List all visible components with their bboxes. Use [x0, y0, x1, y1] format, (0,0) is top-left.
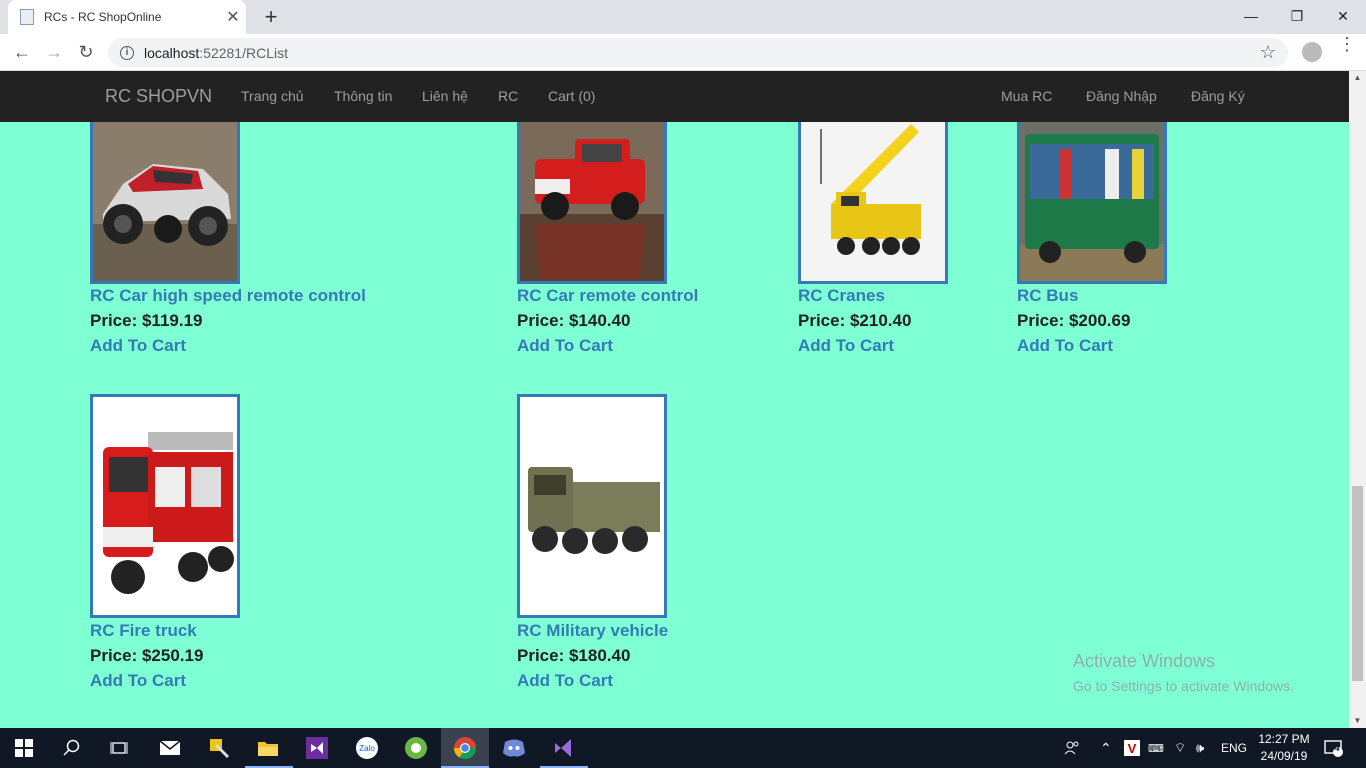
product-image[interactable]	[798, 101, 948, 284]
new-tab-icon[interactable]: +	[258, 4, 284, 30]
product-image[interactable]	[517, 394, 667, 618]
nav-login[interactable]: Đăng Nhập	[1086, 88, 1157, 104]
product-image[interactable]	[517, 101, 667, 284]
browser-tab[interactable]: RCs - RC ShopOnline ✕	[8, 0, 246, 34]
clock-time: 12:27 PM	[1258, 732, 1310, 746]
windows-taskbar: Zalo ⌃ V ⌨ ⌔ 🕪 ENG 12:27 PM 24/09/19 4	[0, 728, 1366, 768]
notification-count: 4	[1334, 743, 1340, 754]
browser-menu-icon[interactable]: ⋮	[1338, 35, 1356, 53]
ime-icon[interactable]: ⌨	[1148, 728, 1164, 768]
product-name[interactable]: RC Cranes	[798, 286, 885, 306]
add-to-cart-link[interactable]: Add To Cart	[1017, 336, 1113, 356]
add-to-cart-link[interactable]: Add To Cart	[798, 336, 894, 356]
minimize-icon[interactable]: —	[1228, 0, 1274, 32]
vietkey-icon[interactable]: V	[1124, 728, 1140, 768]
back-icon[interactable]: ←	[8, 40, 36, 64]
nav-cart[interactable]: Cart (0)	[548, 88, 595, 104]
url-input[interactable]: i localhost:52281/RCList ☆	[108, 38, 1288, 67]
profile-avatar-icon[interactable]	[1302, 42, 1322, 62]
site-navbar: RC SHOPVN Trang chủ Thông tin Liên hệ RC…	[0, 71, 1349, 122]
scroll-up-icon[interactable]: ▲	[1349, 71, 1366, 85]
add-to-cart-link[interactable]: Add To Cart	[90, 336, 186, 356]
search-icon[interactable]	[60, 736, 84, 760]
chrome-icon[interactable]	[453, 736, 477, 760]
product-name[interactable]: RC Car remote control	[517, 286, 698, 306]
tab-title: RCs - RC ShopOnline	[44, 10, 162, 24]
nav-contact[interactable]: Liên hệ	[422, 88, 468, 104]
page-scrollbar[interactable]: ▲ ▼	[1349, 71, 1366, 728]
visual-studio-icon[interactable]	[305, 736, 329, 760]
watermark-title: Activate Windows	[1073, 651, 1216, 671]
product-image[interactable]	[1017, 101, 1167, 284]
nav-rc[interactable]: RC	[498, 88, 518, 104]
language-indicator[interactable]: ENG	[1221, 728, 1247, 768]
windows-start-icon[interactable]	[12, 736, 36, 760]
page-icon	[20, 9, 34, 25]
product-price: Price: $200.69	[1017, 311, 1131, 330]
mail-icon[interactable]	[158, 736, 182, 760]
product-image[interactable]	[90, 101, 240, 284]
watermark-subtitle: Go to Settings to activate Windows.	[1073, 678, 1294, 694]
product-price: Price: $210.40	[798, 311, 912, 330]
add-to-cart-link[interactable]: Add To Cart	[517, 336, 613, 356]
close-window-icon[interactable]: ✕	[1320, 0, 1366, 32]
nav-about[interactable]: Thông tin	[334, 88, 392, 104]
url-path: :52281/RCList	[199, 44, 288, 61]
clock-date: 24/09/19	[1260, 749, 1308, 763]
url-host: localhost	[144, 44, 200, 61]
scroll-down-icon[interactable]: ▼	[1349, 714, 1366, 728]
product-name[interactable]: RC Military vehicle	[517, 621, 668, 641]
task-view-icon[interactable]	[107, 736, 131, 760]
bookmark-star-icon[interactable]: ☆	[1260, 42, 1276, 63]
product-name[interactable]: RC Bus	[1017, 286, 1078, 306]
nav-register[interactable]: Đăng Ký	[1191, 88, 1245, 104]
add-to-cart-link[interactable]: Add To Cart	[517, 671, 613, 691]
activate-windows-watermark: Activate Windows Go to Settings to activ…	[1073, 651, 1294, 694]
people-icon[interactable]	[1064, 728, 1080, 768]
discord-icon[interactable]	[502, 736, 526, 760]
browser-tab-strip: RCs - RC ShopOnline ✕ + — ❐ ✕	[0, 0, 1366, 34]
product-name[interactable]: RC Fire truck	[90, 621, 197, 641]
wifi-icon[interactable]: ⌔	[1174, 728, 1186, 768]
page-viewport: RC SHOPVN Trang chủ Thông tin Liên hệ RC…	[0, 71, 1349, 728]
zalo-icon[interactable]: Zalo	[355, 736, 379, 760]
notification-center-icon[interactable]: 4	[1324, 728, 1344, 768]
scroll-thumb[interactable]	[1352, 486, 1363, 681]
coccoc-icon[interactable]	[404, 736, 428, 760]
product-price: Price: $250.19	[90, 646, 204, 665]
svg-text:V: V	[1128, 741, 1137, 756]
add-to-cart-link[interactable]: Add To Cart	[90, 671, 186, 691]
product-price: Price: $119.19	[90, 311, 203, 330]
nav-buy-rc[interactable]: Mua RC	[1001, 88, 1052, 104]
volume-icon[interactable]: 🕪	[1196, 728, 1204, 768]
reload-icon[interactable]: ↻	[72, 40, 100, 64]
info-icon[interactable]: i	[120, 45, 134, 60]
chevron-up-icon[interactable]: ⌃	[1100, 728, 1112, 768]
product-price: Price: $180.40	[517, 646, 631, 665]
forward-icon[interactable]: →	[40, 40, 68, 64]
nav-home[interactable]: Trang chủ	[241, 88, 304, 104]
svg-text:Zalo: Zalo	[359, 744, 375, 753]
brand-link[interactable]: RC SHOPVN	[105, 86, 212, 107]
product-name[interactable]: RC Car high speed remote control	[90, 286, 366, 306]
maximize-icon[interactable]: ❐	[1274, 0, 1320, 32]
visual-studio-2-icon[interactable]	[551, 736, 575, 760]
tool-icon[interactable]	[207, 736, 231, 760]
file-explorer-icon[interactable]	[256, 736, 280, 760]
product-image[interactable]	[90, 394, 240, 618]
system-clock[interactable]: 12:27 PM 24/09/19	[1258, 731, 1310, 765]
address-bar-row: ← → ↻ i localhost:52281/RCList ☆ ⋮	[0, 34, 1366, 71]
product-price: Price: $140.40	[517, 311, 631, 330]
close-tab-icon[interactable]: ✕	[220, 7, 246, 27]
